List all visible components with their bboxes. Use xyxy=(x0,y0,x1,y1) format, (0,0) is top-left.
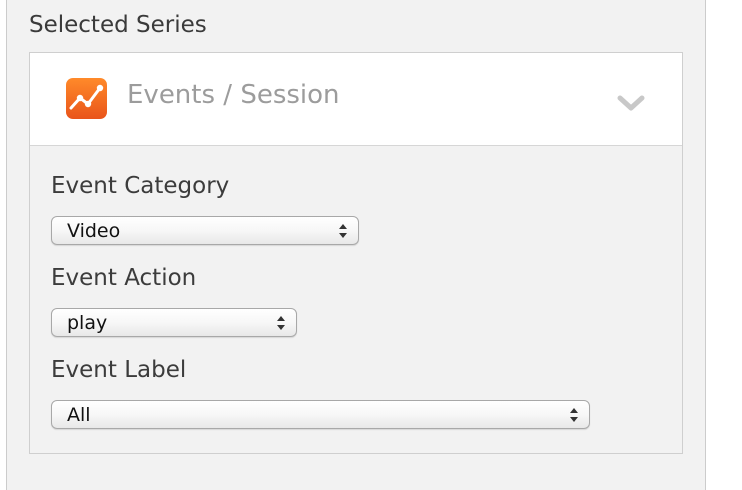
event-category-value: Video xyxy=(67,220,121,242)
updown-arrows-icon xyxy=(569,407,579,423)
event-label-value: All xyxy=(67,404,91,426)
google-analytics-icon xyxy=(66,78,107,119)
event-category-label: Event Category xyxy=(51,173,230,199)
event-action-value: play xyxy=(67,312,108,334)
event-label-label: Event Label xyxy=(51,357,187,383)
event-category-select[interactable]: Video xyxy=(51,216,359,245)
chevron-down-icon[interactable] xyxy=(615,93,647,113)
updown-arrows-icon xyxy=(276,315,286,331)
updown-arrows-icon xyxy=(338,223,348,239)
event-label-select[interactable]: All xyxy=(51,400,590,429)
series-name: Events / Session xyxy=(127,80,340,110)
event-action-select[interactable]: play xyxy=(51,308,297,337)
section-title: Selected Series xyxy=(29,12,207,38)
series-card: Events / Session Event Category Video Ev… xyxy=(29,52,683,454)
selected-series-panel: Selected Series Events / Session Event C… xyxy=(6,0,706,490)
series-header-toggle[interactable]: Events / Session xyxy=(30,53,682,146)
event-action-label: Event Action xyxy=(51,265,197,291)
